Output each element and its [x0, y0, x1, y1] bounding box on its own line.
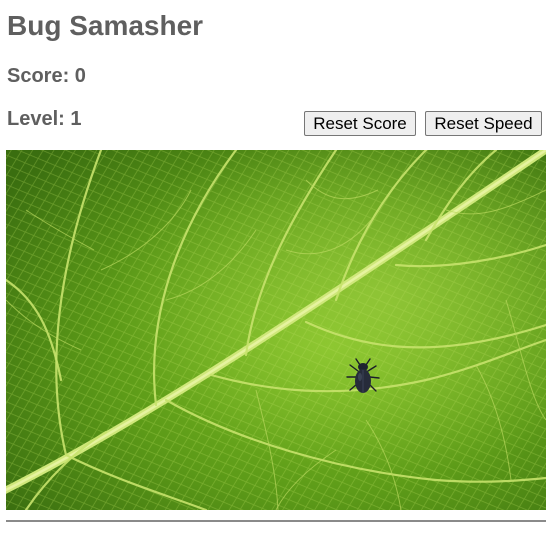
- divider-line: [6, 520, 546, 522]
- bug-target[interactable]: [344, 357, 382, 399]
- beetle-icon: [346, 358, 380, 393]
- reset-speed-button[interactable]: Reset Speed: [425, 111, 542, 136]
- game-title: Bug Samasher: [7, 10, 204, 41]
- game-playfield[interactable]: [6, 150, 546, 510]
- game-page: Bug Samasher Score: 0 Level: 1 Reset Sco…: [0, 0, 556, 539]
- level-display: Level: 1: [7, 108, 82, 130]
- leaf-background: [6, 150, 546, 510]
- reset-score-button[interactable]: Reset Score: [304, 111, 416, 136]
- score-display: Score: 0: [7, 65, 86, 87]
